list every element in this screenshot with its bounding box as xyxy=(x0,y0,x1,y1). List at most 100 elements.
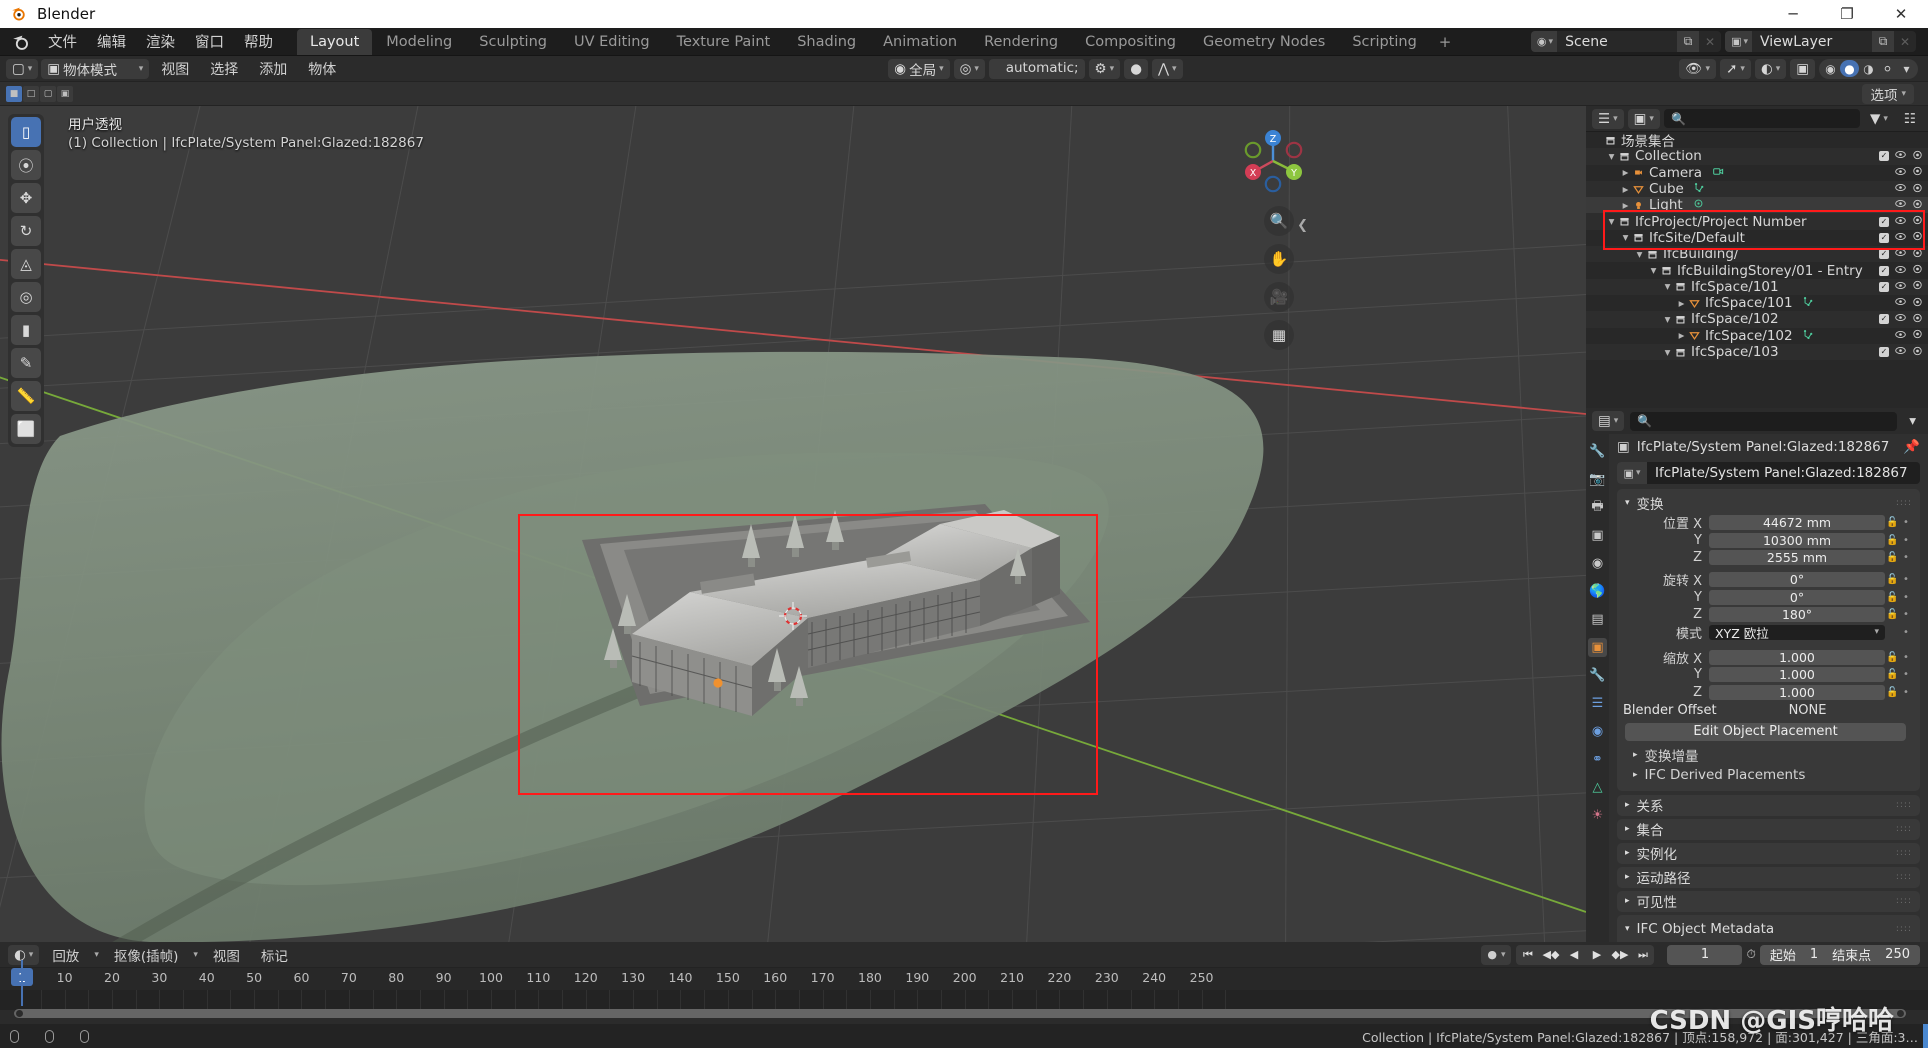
animate-dot-icon[interactable]: • xyxy=(1900,627,1912,638)
timeline-menu-playback[interactable]: 回放 xyxy=(44,943,87,967)
snap-toggle[interactable]: automatic; xyxy=(989,59,1085,79)
add-workspace-button[interactable]: + xyxy=(1430,29,1461,55)
outliner-row[interactable]: ▼IfcBuilding/✓ xyxy=(1586,246,1928,262)
shading-rendered-button[interactable]: ⚪ xyxy=(1878,60,1897,77)
edge-select-icon[interactable]: □ xyxy=(23,86,39,102)
render-camera-icon[interactable] xyxy=(1912,150,1923,163)
pin-icon[interactable]: 📌 xyxy=(1903,439,1920,455)
menu-help[interactable]: 帮助 xyxy=(234,28,283,55)
workspace-tab-uv-editing[interactable]: UV Editing xyxy=(561,29,663,55)
menu-edit[interactable]: 编辑 xyxy=(87,28,136,55)
eye-icon[interactable] xyxy=(1895,232,1906,244)
timeline-editor-type[interactable]: ◐▾ xyxy=(8,945,39,965)
outliner-row[interactable]: ▼IfcSpace/102✓ xyxy=(1586,311,1928,327)
proportional-falloff-selector[interactable]: ⋀▾ xyxy=(1152,59,1183,79)
outliner-tree[interactable]: 场景集合▼Collection✓▶Camera▶Cube▶Light▼IfcPr… xyxy=(1586,132,1928,408)
shading-options-chevron[interactable]: ▾ xyxy=(1897,60,1916,77)
viewport-menu-select[interactable]: 选择 xyxy=(201,57,247,81)
timeline-horizontal-scrollbar[interactable] xyxy=(14,1009,1906,1018)
new-scene-button[interactable]: ⧉ xyxy=(1677,31,1699,52)
collapsed-panel[interactable]: ▸集合:::: xyxy=(1617,819,1920,840)
animate-dot-icon[interactable]: • xyxy=(1900,609,1912,620)
checkbox-enabled[interactable]: ✓ xyxy=(1879,233,1889,243)
chevron-down-icon[interactable]: ▼ xyxy=(1648,266,1659,275)
render-camera-icon[interactable] xyxy=(1912,166,1923,179)
outliner-row[interactable]: ▼Collection✓ xyxy=(1586,148,1928,164)
subsection-transform-delta[interactable]: ▸ 变换增量 xyxy=(1617,745,1920,765)
workspace-tab-modeling[interactable]: Modeling xyxy=(373,29,465,55)
keying-chevron[interactable]: ▾ xyxy=(191,945,200,965)
sidebar-collapse-arrow[interactable]: ❮ xyxy=(1297,218,1308,233)
animate-dot-icon[interactable]: • xyxy=(1900,574,1912,585)
subsection-ifc-derived-placements[interactable]: ▸ IFC Derived Placements xyxy=(1617,765,1920,785)
play-button[interactable]: ▶ xyxy=(1585,948,1608,961)
outliner-row[interactable]: ▼IfcBuildingStorey/01 - Entry✓ xyxy=(1586,262,1928,278)
viewlayer-selector[interactable]: ▣▾ ViewLayer ⧉ ✕ xyxy=(1725,31,1916,52)
shading-wireframe-button[interactable]: ◉ xyxy=(1821,60,1840,77)
chevron-down-icon[interactable]: ▼ xyxy=(1662,315,1673,324)
outliner-row[interactable]: ▼IfcSpace/101✓ xyxy=(1586,279,1928,295)
workspace-tab-texture-paint[interactable]: Texture Paint xyxy=(664,29,784,55)
workspace-tab-shading[interactable]: Shading xyxy=(784,29,869,55)
tool-select-box[interactable]: ▯ xyxy=(11,117,41,147)
tab-physics-icon[interactable]: ◉ xyxy=(1588,722,1607,741)
animate-dot-icon[interactable]: • xyxy=(1900,552,1912,563)
chevron-down-icon[interactable]: ▼ xyxy=(1606,217,1617,226)
object-type-icon[interactable]: ▣▾ xyxy=(1617,462,1647,484)
overlays-toggle[interactable]: ◐▾ xyxy=(1755,59,1786,79)
tab-render-icon[interactable]: 📷 xyxy=(1588,470,1607,489)
eye-icon[interactable] xyxy=(1895,313,1906,325)
grid-icon[interactable]: ▦ xyxy=(1264,320,1294,350)
camera-icon[interactable]: 🎥 xyxy=(1264,282,1294,312)
tab-viewlayer-icon[interactable]: ▣ xyxy=(1588,526,1607,545)
eye-icon[interactable] xyxy=(1895,248,1906,260)
tool-add-cube[interactable]: ⬜ xyxy=(11,414,41,444)
eye-icon[interactable] xyxy=(1895,199,1906,211)
tool-move[interactable]: ✥ xyxy=(11,183,41,213)
tab-particles-icon[interactable]: ☰ xyxy=(1588,694,1607,713)
interaction-mode-selector[interactable]: ▣ 物体模式 ▾ xyxy=(41,59,149,79)
eye-icon[interactable] xyxy=(1895,216,1906,228)
tool-rotate[interactable]: ↻ xyxy=(11,216,41,246)
timeline-track[interactable] xyxy=(0,990,1928,1010)
snap-pivot-selector[interactable]: ◎▾ xyxy=(954,59,985,79)
chevron-down-icon[interactable]: ▼ xyxy=(1606,152,1617,161)
navigation-gizmo[interactable]: Z X Y xyxy=(1238,126,1308,196)
play-reverse-button[interactable]: ◀ xyxy=(1562,948,1585,961)
workspace-tab-geometry-nodes[interactable]: Geometry Nodes xyxy=(1190,29,1338,55)
eye-icon[interactable] xyxy=(1895,167,1906,179)
3d-viewport[interactable]: 用户透视 (1) Collection | IfcPlate/System Pa… xyxy=(0,106,1586,942)
chevron-right-icon[interactable]: ▶ xyxy=(1620,185,1631,194)
tab-constraint-icon[interactable]: ⚭ xyxy=(1588,750,1607,769)
jump-end-button[interactable]: ⏭ xyxy=(1631,948,1654,962)
eye-icon[interactable] xyxy=(1895,330,1906,342)
checkbox-enabled[interactable]: ✓ xyxy=(1879,314,1889,324)
collapsed-panel[interactable]: ▸实例化:::: xyxy=(1617,843,1920,864)
field-value[interactable]: 10300 mm xyxy=(1709,533,1885,548)
chevron-right-icon[interactable]: ▶ xyxy=(1620,201,1631,210)
extra-select-icon[interactable]: ▣ xyxy=(57,86,73,102)
outliner-row[interactable]: ▶Camera xyxy=(1586,165,1928,181)
outliner-row[interactable]: ▼IfcSpace/103✓ xyxy=(1586,344,1928,360)
tool-scale[interactable]: ◬ xyxy=(11,249,41,279)
field-value[interactable]: 0° xyxy=(1709,590,1885,605)
scene-name[interactable]: Scene xyxy=(1557,34,1677,50)
shading-solid-button[interactable]: ● xyxy=(1840,60,1859,77)
xray-toggle[interactable]: ▣ xyxy=(1790,59,1815,79)
field-value[interactable]: 1.000 xyxy=(1709,685,1885,700)
outliner-row[interactable]: ▼IfcProject/Project Number✓ xyxy=(1586,213,1928,229)
tab-data-icon[interactable]: △ xyxy=(1588,778,1607,797)
checkbox-enabled[interactable]: ✓ xyxy=(1879,217,1889,227)
tab-scene-icon[interactable]: ◉ xyxy=(1588,554,1607,573)
next-keyframe-button[interactable]: ◆▶ xyxy=(1608,948,1631,961)
object-id-block[interactable]: ▣▾ IfcPlate/System Panel:Glazed:182867 xyxy=(1617,462,1920,484)
prev-keyframe-button[interactable]: ◀◆ xyxy=(1539,948,1562,961)
chevron-down-icon[interactable]: ▼ xyxy=(1662,348,1673,357)
eye-icon[interactable] xyxy=(1895,265,1906,277)
workspace-tab-sculpting[interactable]: Sculpting xyxy=(466,29,560,55)
outliner-row[interactable]: ▶IfcSpace/102 xyxy=(1586,328,1928,344)
eye-icon[interactable] xyxy=(1895,346,1906,358)
lock-icon[interactable]: 🔓 xyxy=(1885,592,1900,603)
timeline-menu-keying[interactable]: 抠像(插帧) xyxy=(106,943,187,967)
render-camera-icon[interactable] xyxy=(1912,297,1923,310)
